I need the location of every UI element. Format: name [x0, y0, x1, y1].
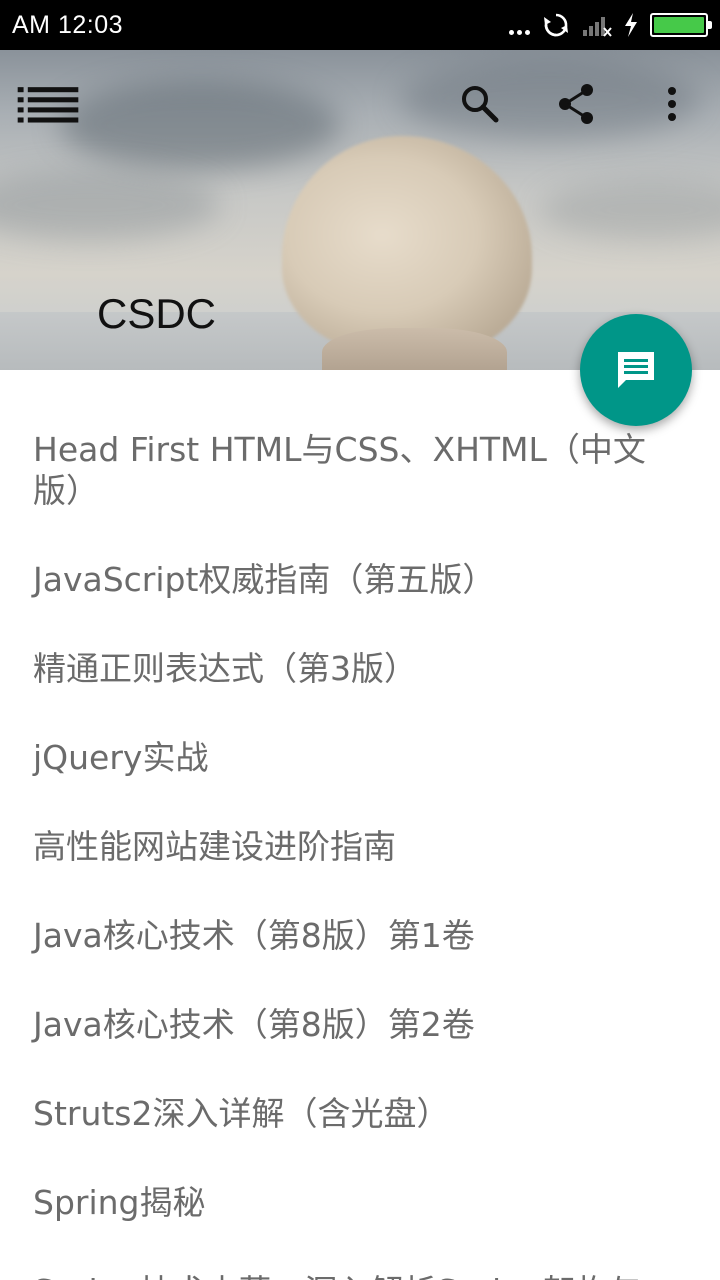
battery-icon [650, 13, 712, 37]
list-item[interactable]: JavaScript权威指南（第五版） [0, 559, 720, 600]
list-item[interactable]: 精通正则表达式（第3版） [0, 648, 720, 689]
battery-fill [654, 17, 704, 33]
status-icons [509, 8, 712, 42]
status-bar: AM 12:03 [0, 0, 720, 50]
list-item[interactable]: Java核心技术（第8版）第1卷 [0, 915, 720, 956]
menu-button[interactable] [16, 72, 80, 136]
book-list: Head First HTML与CSS、XHTML（中文版） JavaScrip… [0, 370, 720, 1280]
more-vert-icon [668, 87, 676, 121]
list-item[interactable]: Spring揭秘 [0, 1182, 720, 1223]
share-icon [559, 84, 593, 124]
list-item[interactable]: jQuery实战 [0, 737, 720, 778]
list-item[interactable]: 高性能网站建设进阶指南 [0, 826, 720, 867]
list-menu-icon [17, 87, 79, 123]
sync-icon [544, 13, 568, 37]
charging-icon [625, 13, 637, 37]
signal-icon [583, 17, 612, 37]
status-time: AM 12:03 [12, 11, 124, 39]
list-item[interactable]: Java核心技术（第8版）第2卷 [0, 1004, 720, 1045]
share-button[interactable] [544, 72, 608, 136]
more-dots-icon [509, 15, 530, 35]
list-item[interactable]: Spring技术内幕：深入解析Spring架构与 [0, 1271, 720, 1280]
list-item[interactable]: Head First HTML与CSS、XHTML（中文版） [0, 370, 720, 511]
list-item[interactable]: Struts2深入详解（含光盘） [0, 1093, 720, 1134]
search-button[interactable] [448, 72, 512, 136]
overflow-menu-button[interactable] [640, 72, 704, 136]
photo-figure [282, 136, 532, 356]
page-title: CSDC [97, 290, 217, 337]
search-icon [462, 86, 499, 123]
